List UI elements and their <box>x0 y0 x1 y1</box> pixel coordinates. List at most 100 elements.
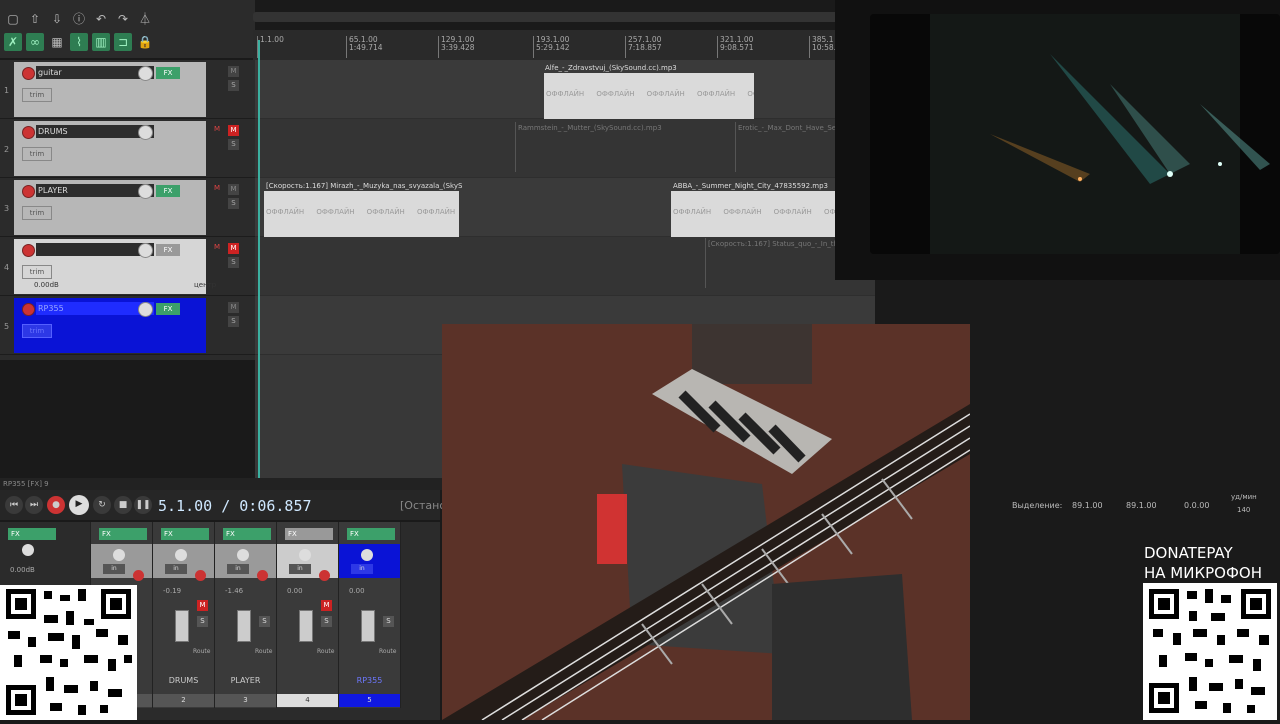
mute-button[interactable]: M <box>228 125 239 136</box>
solo-button[interactable]: S <box>321 616 332 627</box>
automation-trim-button[interactable]: trim <box>22 324 52 338</box>
record-arm-button[interactable] <box>22 303 35 316</box>
pan-knob[interactable] <box>175 549 187 561</box>
strip-fx-button[interactable]: FX <box>99 528 147 540</box>
grid-icon[interactable]: ▥ <box>92 33 110 51</box>
volume-knob[interactable] <box>138 66 153 81</box>
track-header[interactable]: DRUMS trim <box>14 121 206 176</box>
repeat-icon[interactable]: ↻ <box>93 496 111 514</box>
open-project-icon[interactable]: ⇧ <box>26 10 44 28</box>
solo-button[interactable]: S <box>383 616 394 627</box>
route-button[interactable]: Route <box>317 648 334 655</box>
track-name[interactable]: DRUMS <box>36 125 154 138</box>
fx-button[interactable]: FX <box>156 185 180 197</box>
track-4[interactable]: 4 FX trim 0.00dB центр M M S <box>0 237 255 296</box>
track-header[interactable]: PLAYER FX trim <box>14 180 206 235</box>
pause-button[interactable]: ❚❚ <box>134 496 152 514</box>
strip-fx-button[interactable]: FX <box>285 528 333 540</box>
strip-name[interactable]: DRUMS <box>153 676 214 685</box>
media-item-ghost[interactable]: Erotic_-_Max_Dont_Have_Se <box>735 122 836 172</box>
track-name[interactable]: guitar <box>36 66 154 79</box>
bpm-value[interactable]: 140 <box>1237 506 1250 514</box>
route-button[interactable]: Route <box>379 648 396 655</box>
volume-fader[interactable] <box>299 610 313 642</box>
solo-button[interactable]: S <box>259 616 270 627</box>
record-arm-button[interactable] <box>133 570 144 581</box>
pan-knob[interactable] <box>361 549 373 561</box>
undo-icon[interactable]: ↶ <box>92 10 110 28</box>
selection-start[interactable]: 89.1.00 <box>1072 501 1103 510</box>
volume-knob[interactable] <box>138 243 153 258</box>
mute-button[interactable]: M <box>321 600 332 611</box>
input-selector[interactable]: in <box>227 564 249 574</box>
fx-button[interactable]: FX <box>156 303 180 315</box>
track-name[interactable]: PLAYER <box>36 184 154 197</box>
time-position-display[interactable]: 5.1.00 / 0:06.857 <box>158 497 312 515</box>
track-header[interactable]: guitar FX trim <box>14 62 206 117</box>
pan-knob[interactable] <box>113 549 125 561</box>
timeline-ruler[interactable]: 1.1.00 65.1.00 1:49.714 129.1.00 3:39.428 … <box>253 30 853 61</box>
metronome-icon[interactable]: ⏃ <box>136 10 154 28</box>
go-end-icon[interactable]: ⏭ <box>25 496 43 514</box>
master-fx-button[interactable]: FX <box>8 528 56 540</box>
info-icon[interactable]: ⓘ <box>70 10 88 28</box>
strip-name[interactable]: PLAYER <box>215 676 276 685</box>
automation-trim-button[interactable]: trim <box>22 147 52 161</box>
edit-cursor[interactable] <box>258 40 260 485</box>
selection-end[interactable]: 89.1.00 <box>1126 501 1157 510</box>
go-start-icon[interactable]: ⏮ <box>5 496 23 514</box>
selection-length[interactable]: 0.0.00 <box>1184 501 1209 510</box>
save-project-icon[interactable]: ⇩ <box>48 10 66 28</box>
input-selector[interactable]: in <box>289 564 311 574</box>
volume-knob[interactable] <box>138 302 153 317</box>
mixer-strip-3[interactable]: FX in -1.46 S Route PLAYER 3 <box>215 522 277 708</box>
input-selector[interactable]: in <box>103 564 125 574</box>
master-volume-knob[interactable] <box>22 544 34 556</box>
ripple-edit-icon[interactable]: ✗ <box>4 33 22 51</box>
mixer-strip-4[interactable]: FX in 0.00 M S Route 4 <box>277 522 339 708</box>
volume-fader[interactable] <box>237 610 251 642</box>
auto-crossfade-icon[interactable]: ▦ <box>48 33 66 51</box>
envelope-icon[interactable]: ⌇ <box>70 33 88 51</box>
automation-trim-button[interactable]: trim <box>22 206 52 220</box>
track-1[interactable]: 1 guitar FX trim M S <box>0 60 255 119</box>
route-button[interactable]: Route <box>193 648 210 655</box>
play-button[interactable]: ▶ <box>69 495 89 515</box>
track-5[interactable]: 5 RP355 FX trim M S <box>0 296 255 355</box>
route-button[interactable]: Route <box>255 648 272 655</box>
record-arm-button[interactable] <box>257 570 268 581</box>
fx-button[interactable]: FX <box>156 67 180 79</box>
record-arm-button[interactable] <box>22 244 35 257</box>
record-button[interactable]: ● <box>47 496 65 514</box>
solo-button[interactable]: S <box>228 257 239 268</box>
solo-button[interactable]: S <box>197 616 208 627</box>
record-arm-button[interactable] <box>22 185 35 198</box>
track-header[interactable]: FX trim 0.00dB центр <box>14 239 216 294</box>
input-selector[interactable]: in <box>351 564 373 574</box>
strip-fx-button[interactable]: FX <box>161 528 209 540</box>
grouping-icon[interactable]: ∞ <box>26 33 44 51</box>
input-selector[interactable]: in <box>165 564 187 574</box>
automation-trim-button[interactable]: trim <box>22 265 52 279</box>
solo-button[interactable]: S <box>228 316 239 327</box>
track-3[interactable]: 3 PLAYER FX trim M M S <box>0 178 255 237</box>
track-header[interactable]: RP355 FX trim <box>14 298 206 353</box>
track-name[interactable]: RP355 <box>36 302 154 315</box>
mute-button[interactable]: M <box>228 66 239 77</box>
pan-knob[interactable] <box>237 549 249 561</box>
lock-icon[interactable]: 🔒 <box>136 33 154 51</box>
loop-icon[interactable]: ⊐ <box>114 33 132 51</box>
mixer-strip-5[interactable]: FX in 0.00 S Route RP355 5 <box>339 522 401 708</box>
media-item[interactable]: ОФФЛАЙН ОФФЛАЙН ОФФЛАЙН ОФФЛАЙН <box>264 191 459 237</box>
fx-button[interactable]: FX <box>156 244 180 256</box>
volume-knob[interactable] <box>138 125 153 140</box>
pan-knob[interactable] <box>299 549 311 561</box>
media-item-ghost[interactable]: Rammstein_-_Mutter_(SkySound.cc).mp3 <box>515 122 706 172</box>
media-item-ghost[interactable]: [Скорость:1.167] Status_quo_-_In_the <box>705 238 842 288</box>
solo-button[interactable]: S <box>228 80 239 91</box>
record-arm-button[interactable] <box>319 570 330 581</box>
strip-fx-button[interactable]: FX <box>223 528 271 540</box>
solo-button[interactable]: S <box>228 139 239 150</box>
record-arm-button[interactable] <box>22 126 35 139</box>
mute-button[interactable]: M <box>228 243 239 254</box>
